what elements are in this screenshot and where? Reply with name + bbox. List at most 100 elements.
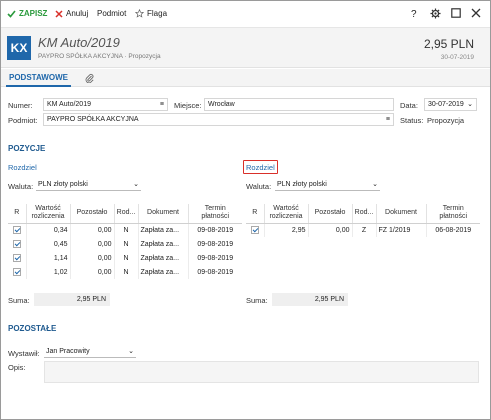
gear-icon[interactable] [430, 8, 444, 19]
help-icon[interactable]: ? [411, 9, 417, 20]
cancel-button[interactable]: Anuluj [55, 9, 88, 18]
cell-document: Zapłata za... [138, 265, 189, 279]
column-header[interactable]: Wartość rozliczenia [264, 204, 309, 224]
description-textarea[interactable] [44, 361, 479, 383]
column-header[interactable]: Wartość rozliczenia [26, 204, 71, 224]
number-value: KM Auto/2019 [47, 101, 91, 108]
table-row[interactable]: 0,45 0,00 N Zapłata za... 09-08-2019 [8, 237, 242, 251]
save-button[interactable]: ZAPISZ [7, 9, 47, 18]
date-field[interactable]: 30-07-2019 ⌄ [424, 98, 477, 111]
table-row[interactable]: 2,95 0,00 Z FZ 1/2019 06-08-2019 [246, 223, 480, 237]
cell-remaining: 0,00 [70, 237, 115, 251]
currency-select-right[interactable]: PLN złoty polski ⌄ [275, 179, 380, 191]
row-checkbox[interactable] [246, 223, 265, 237]
cell-kind: N [114, 223, 139, 237]
place-field[interactable]: Wrocław [204, 98, 394, 111]
checkmark-icon [7, 9, 16, 18]
number-label: Numer: [8, 101, 33, 110]
cell-value: 0,45 [26, 237, 71, 251]
sum-label-right: Suma: [246, 296, 268, 305]
place-label: Miejsce: [174, 101, 202, 110]
cell-remaining: 0,00 [308, 223, 353, 237]
subject-value: PAYPRO SPÓŁKA AKCYJNA [47, 116, 139, 123]
cell-due: 09-08-2019 [197, 240, 234, 248]
document-header: KX KM Auto/2019 PAYPRO SPÓŁKA AKCYJNA · … [1, 28, 490, 68]
cell-kind: N [114, 251, 139, 265]
positions-table-right: R Wartość rozliczenia Pozostało Rod... D… [246, 204, 480, 237]
column-header[interactable]: R [8, 204, 27, 224]
cell-value: 1,02 [26, 265, 71, 279]
description-label: Opis: [8, 363, 26, 372]
currency-label-right: Waluta: [246, 182, 272, 191]
currency-label-left: Waluta: [8, 182, 34, 191]
row-checkbox[interactable] [8, 237, 27, 251]
save-label: ZAPISZ [19, 9, 48, 18]
column-header[interactable]: R [246, 204, 265, 224]
row-checkbox[interactable] [8, 265, 27, 279]
issuer-select[interactable]: Jan Pracowity ⌄ [44, 346, 136, 358]
cancel-label: Anuluj [66, 9, 89, 18]
flag-label: Flaga [147, 9, 168, 18]
table-row[interactable]: 1,14 0,00 N Zapłata za... 09-08-2019 [8, 251, 242, 265]
cell-document: Zapłata za... [138, 223, 189, 237]
column-header[interactable]: Pozostało [308, 204, 353, 224]
menu-icon[interactable]: ≡ [386, 114, 390, 125]
issuer-value: Jan Pracowity [46, 348, 90, 355]
cell-document: FZ 1/2019 [376, 223, 427, 237]
column-header[interactable]: Termin płatności [188, 204, 242, 224]
document-amount: 2,95 PLN [423, 37, 474, 51]
column-header[interactable]: Rod... [114, 204, 139, 224]
currency-value-right: PLN złoty polski [277, 181, 327, 188]
cell-due: 09-08-2019 [197, 254, 234, 262]
flag-button[interactable]: Flaga [135, 9, 167, 18]
sum-value-right: 2,95 PLN [272, 293, 348, 306]
cell-value: 2,95 [264, 223, 309, 237]
cell-remaining: 0,00 [70, 251, 115, 265]
close-window-icon[interactable] [471, 8, 484, 18]
number-field[interactable]: KM Auto/2019 ≡ [43, 98, 168, 111]
tab-basic[interactable]: PODSTAWOWE [6, 69, 71, 87]
cell-value: 0,34 [26, 223, 71, 237]
other-section-title: POZOSTAŁE [8, 324, 57, 333]
column-header[interactable]: Dokument [138, 204, 189, 224]
positions-section-title: POZYCJE [8, 144, 46, 153]
subject-button[interactable]: Podmiot [97, 9, 126, 18]
tab-bar: PODSTAWOWE [1, 69, 490, 87]
cell-due: 09-08-2019 [197, 268, 234, 276]
chevron-down-icon: ⌄ [372, 181, 378, 188]
chevron-down-icon[interactable]: ⌄ [467, 99, 473, 110]
split-link-left[interactable]: Rozdziel [8, 163, 37, 172]
sum-value-left: 2,95 PLN [34, 293, 110, 306]
cell-due: 09-08-2019 [197, 226, 234, 234]
column-header[interactable]: Termin płatności [426, 204, 480, 224]
date-label: Data: [400, 101, 418, 110]
table-row[interactable]: 0,34 0,00 N Zapłata za... 09-08-2019 [8, 223, 242, 237]
maximize-icon[interactable] [451, 8, 464, 18]
column-header[interactable]: Rod... [352, 204, 377, 224]
star-icon [135, 9, 144, 18]
document-date: 30-07-2019 [440, 54, 474, 61]
menu-icon[interactable]: ≡ [160, 99, 164, 110]
row-checkbox[interactable] [8, 223, 27, 237]
row-checkbox[interactable] [8, 251, 27, 265]
highlight-box [243, 160, 278, 174]
cell-value: 1,14 [26, 251, 71, 265]
table-header-row: R Wartość rozliczenia Pozostało Rod... D… [246, 204, 480, 224]
positions-table-left: R Wartość rozliczenia Pozostało Rod... D… [8, 204, 242, 279]
window: ZAPISZ Anuluj Podmiot Flaga ? KX KM Auto… [0, 0, 491, 420]
column-header[interactable]: Dokument [376, 204, 427, 224]
subject-field[interactable]: PAYPRO SPÓŁKA AKCYJNA ≡ [43, 113, 394, 126]
cell-due: 06-08-2019 [435, 226, 472, 234]
document-title: KM Auto/2019 [38, 35, 120, 50]
cell-kind: N [114, 265, 139, 279]
table-header-row: R Wartość rozliczenia Pozostało Rod... D… [8, 204, 242, 224]
paperclip-icon[interactable] [85, 73, 94, 85]
column-header[interactable]: Pozostało [70, 204, 115, 224]
currency-select-left[interactable]: PLN złoty polski ⌄ [36, 179, 141, 191]
table-row[interactable]: 1,02 0,00 N Zapłata za... 09-08-2019 [8, 265, 242, 279]
cell-kind: Z [352, 223, 377, 237]
place-value: Wrocław [208, 101, 235, 108]
toolbar: ZAPISZ Anuluj Podmiot Flaga ? [1, 1, 490, 28]
sum-label-left: Suma: [8, 296, 30, 305]
close-icon [55, 9, 63, 18]
